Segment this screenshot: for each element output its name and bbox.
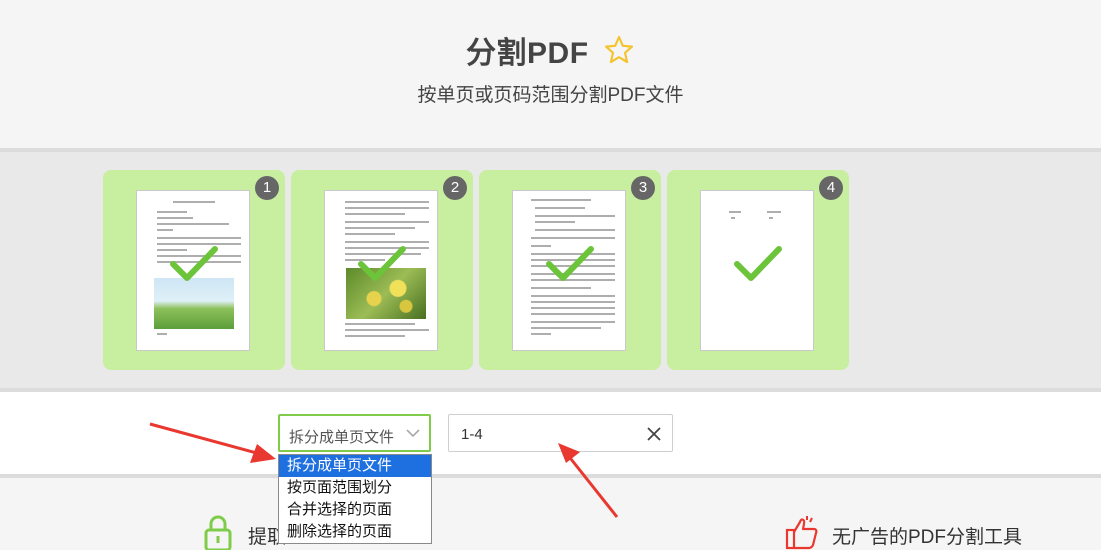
thumbnail-image — [154, 278, 234, 329]
checkmark-icon — [546, 246, 594, 281]
checkmark-icon — [734, 246, 782, 281]
page-card[interactable]: 3 — [479, 170, 661, 370]
header: 分割PDF 按单页或页码范围分割PDF文件 — [0, 0, 1101, 148]
dropdown-option[interactable]: 删除选择的页面 — [279, 521, 431, 543]
page-thumbnails-area: 1 2 3 4 — [0, 152, 1101, 388]
page-number-badge: 2 — [443, 176, 467, 200]
page-number-badge: 4 — [819, 176, 843, 200]
checkmark-icon — [358, 246, 406, 281]
page-card[interactable]: 2 — [291, 170, 473, 370]
dropdown-option[interactable]: 拆分成单页文件 — [279, 455, 431, 477]
page-card[interactable]: 1 — [103, 170, 285, 370]
page-card[interactable]: 4 — [667, 170, 849, 370]
controls-bar: 拆分成单页文件 1-4 — [0, 392, 1101, 474]
checkmark-icon — [170, 246, 218, 281]
page-range-value: 1-4 — [461, 426, 483, 443]
close-icon[interactable] — [646, 426, 662, 442]
lock-icon — [204, 515, 232, 550]
dropdown-option[interactable]: 按页面范围划分 — [279, 477, 431, 499]
page-number-badge: 1 — [255, 176, 279, 200]
star-outline-icon[interactable] — [603, 34, 635, 66]
page-range-input[interactable]: 1-4 — [448, 414, 673, 452]
page-title: 分割PDF — [466, 37, 589, 70]
thumbs-up-icon — [785, 516, 818, 550]
feature-label-right: 无广告的PDF分割工具 — [832, 527, 1023, 548]
chevron-down-icon — [406, 429, 420, 438]
page-number-badge: 3 — [631, 176, 655, 200]
dropdown-option[interactable]: 合并选择的页面 — [279, 499, 431, 521]
title-row: 分割PDF — [0, 28, 1101, 72]
split-mode-dropdown: 拆分成单页文件 按页面范围划分 合并选择的页面 删除选择的页面 — [278, 454, 432, 544]
split-mode-value: 拆分成单页文件 — [289, 429, 395, 446]
split-mode-select[interactable]: 拆分成单页文件 — [278, 414, 431, 452]
page-subtitle: 按单页或页码范围分割PDF文件 — [417, 85, 684, 106]
